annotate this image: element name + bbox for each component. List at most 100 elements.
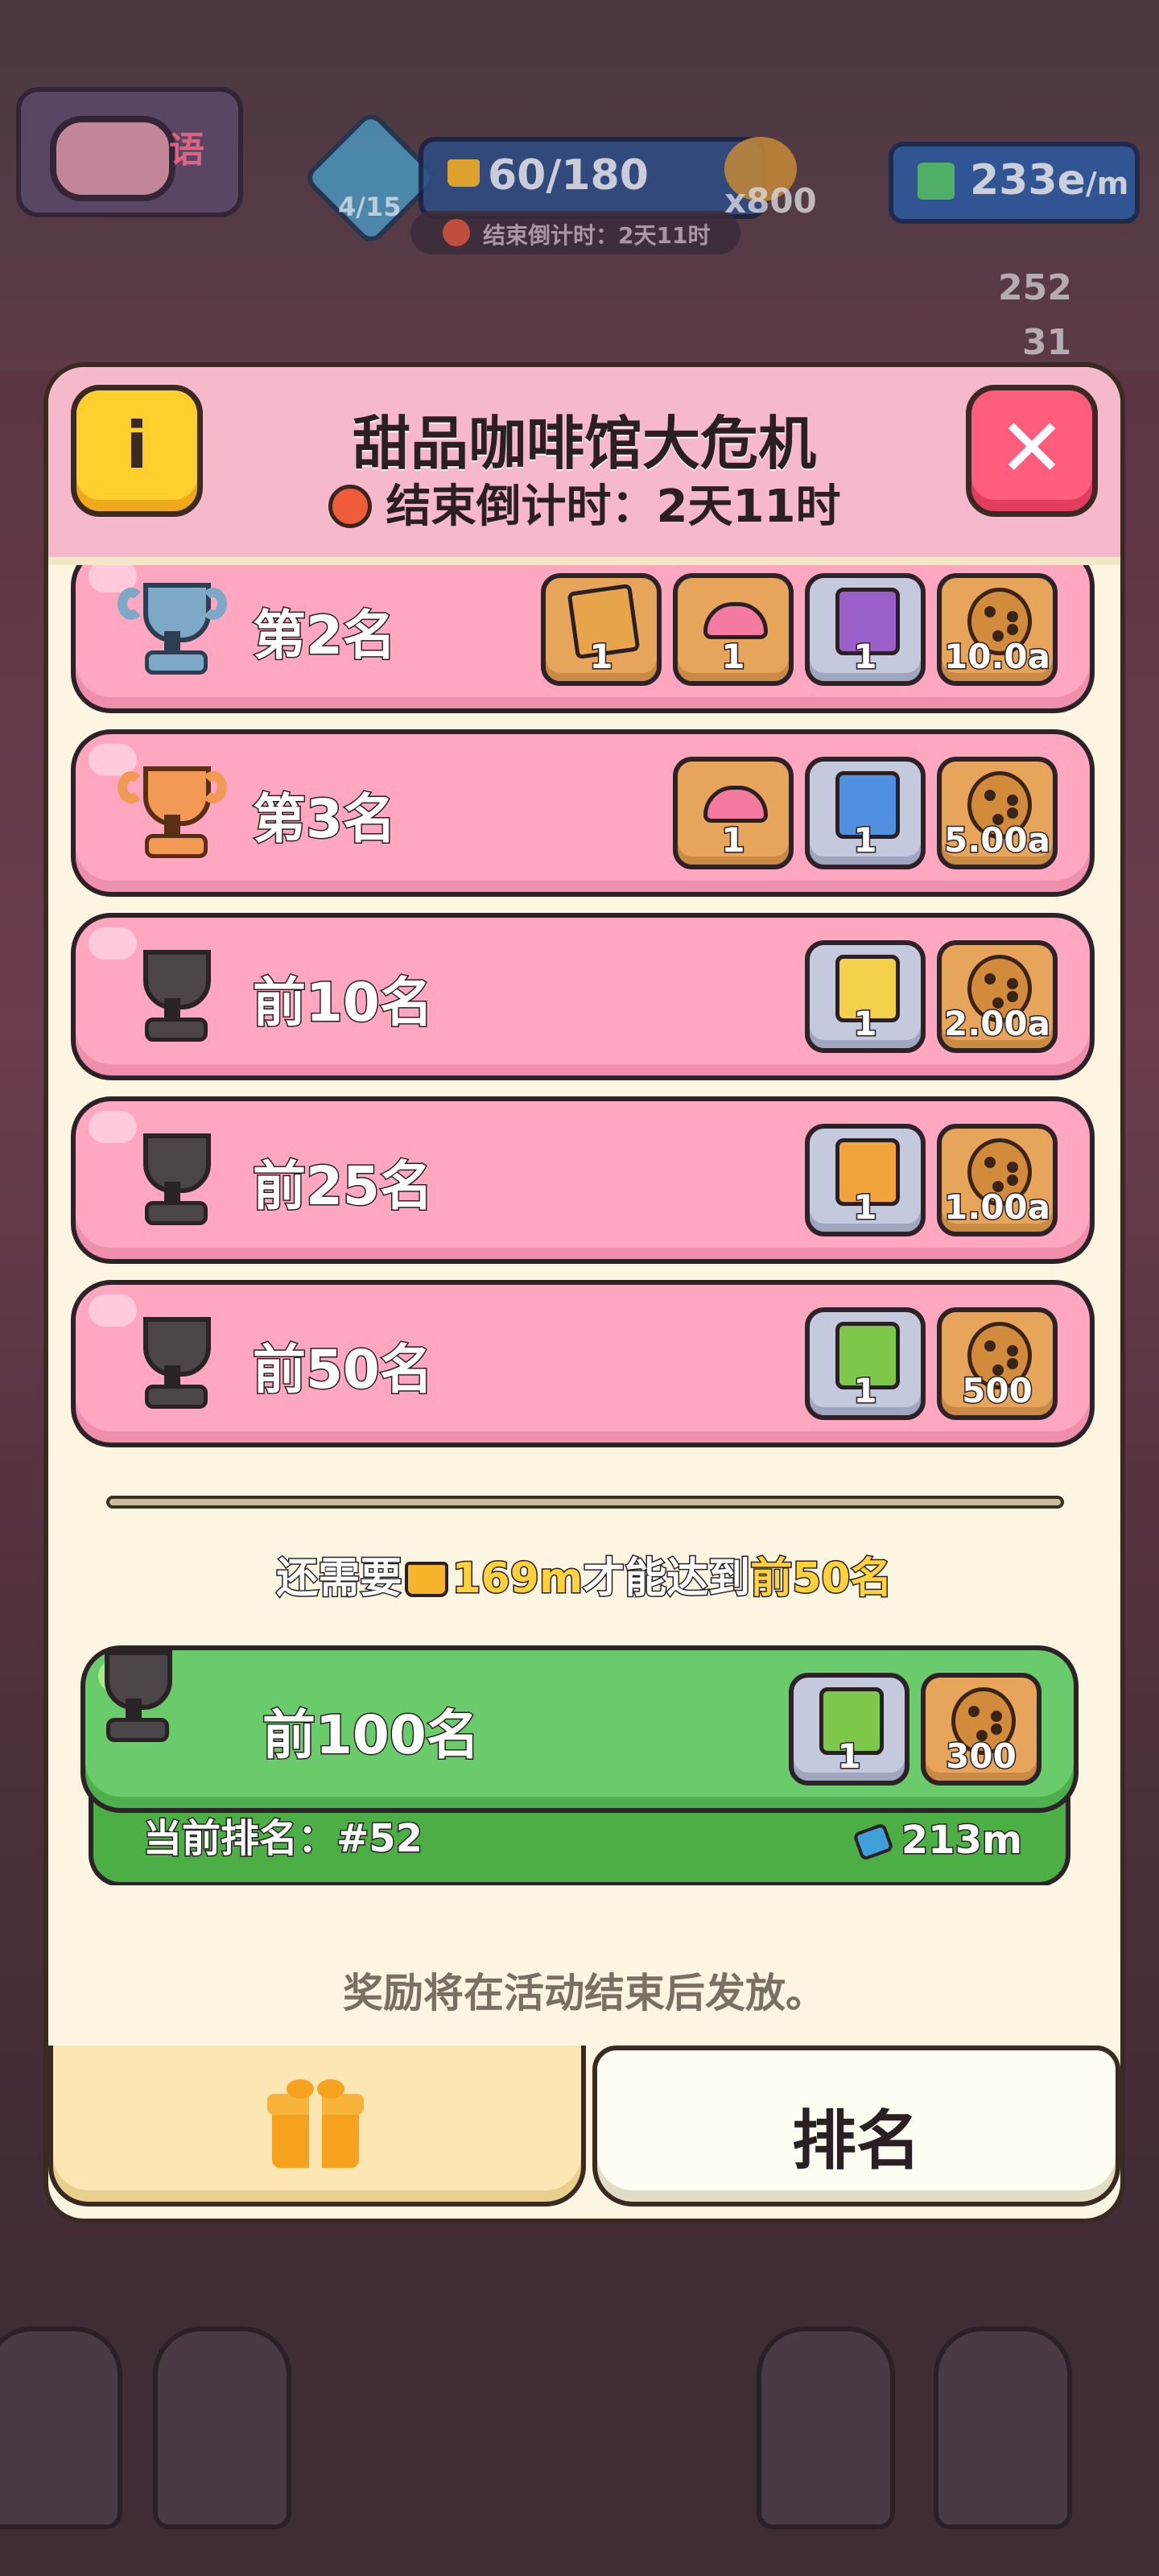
reward-item[interactable]: 1 — [805, 1124, 926, 1236]
tab-rewards[interactable] — [48, 2046, 586, 2207]
tier-label: 前10名 — [252, 971, 435, 1035]
background-seat — [757, 2326, 895, 2529]
tier-rewards: 1 300 — [789, 1673, 1041, 1785]
reward-quantity: 1 — [720, 636, 746, 678]
hat-icon — [703, 602, 768, 639]
hint-target: 前50名 — [749, 1554, 893, 1604]
resource-1-count: 252 — [998, 267, 1072, 308]
language-tag: 语 — [169, 130, 204, 171]
income-rate[interactable]: 233e/m — [889, 142, 1140, 224]
trophy-dark-icon — [124, 1317, 221, 1409]
rate-unit: /m — [1085, 166, 1129, 201]
reward-quantity: 1 — [720, 819, 746, 861]
crown-icon — [448, 159, 480, 187]
tab-ranking[interactable]: 排名 — [592, 2046, 1120, 2207]
tab-ranking-label: 排名 — [792, 2103, 921, 2178]
menu-button[interactable] — [16, 87, 243, 217]
reward-item[interactable]: 1 — [789, 1673, 909, 1785]
resource-2-count: 31 — [1022, 322, 1072, 363]
reward-quantity: 500 — [961, 1370, 1034, 1412]
reward-quantity: 1 — [852, 1187, 878, 1228]
reward-tier-row: 前25名 1 1.00a — [71, 1096, 1095, 1264]
hint-middle: 才能达到 — [582, 1554, 752, 1604]
background-seat — [0, 2326, 122, 2529]
trophy-bronze-icon — [118, 766, 227, 858]
divider — [106, 1496, 1064, 1509]
reward-item[interactable]: 300 — [921, 1673, 1041, 1785]
panel-title: 甜品咖啡馆大危机 — [352, 410, 816, 477]
current-tier-row: 前100名 1 300 — [80, 1645, 1079, 1813]
tier-label: 前100名 — [262, 1703, 481, 1768]
panel-countdown: 结束倒计时：2天11时 — [48, 470, 1120, 535]
reward-quantity: 1 — [836, 1736, 862, 1777]
hint-prefix: 还需要 — [275, 1554, 403, 1604]
hat-icon — [703, 786, 768, 823]
reward-item[interactable]: 1.00a — [937, 1124, 1058, 1236]
trophy-dark-icon — [124, 1133, 221, 1225]
hint-amount: 169m — [451, 1554, 584, 1604]
background-seat — [153, 2326, 291, 2529]
reward-tier-list[interactable]: 第2名 1 1 1 10.0a 第3名 1 1 5.00a 前10名 1 2.00a 前25名 1 1.00… — [48, 565, 1120, 1885]
reward-quantity: 1 — [852, 1370, 878, 1412]
gem-icon — [852, 1822, 894, 1862]
progress-hint: 还需要 169m才能达到前50名 — [48, 1544, 1120, 1604]
tier-label: 第2名 — [252, 604, 398, 668]
tier-rewards: 1 1.00a — [805, 1124, 1058, 1236]
reward-item[interactable]: 5.00a — [937, 757, 1058, 869]
reward-item[interactable]: 1 — [805, 1307, 926, 1420]
tier-label: 前50名 — [252, 1338, 435, 1402]
reward-quantity: 300 — [945, 1736, 1018, 1777]
reward-tier-row: 第2名 1 1 1 10.0a — [71, 565, 1095, 713]
footer-note: 奖励将在活动结束后发放。 — [343, 1970, 826, 2017]
tier-rewards: 1 1 5.00a — [673, 757, 1058, 869]
reward-quantity: 1.00a — [943, 1187, 1052, 1228]
reward-tier-row: 前10名 1 2.00a — [71, 913, 1095, 1080]
reward-item[interactable]: 10.0a — [937, 573, 1058, 686]
crown-progress-text: 60/180 — [488, 151, 649, 200]
event-leaderboard-panel: i 甜品咖啡馆大危机 结束倒计时：2天11时 ✕ 第2名 1 1 1 10.0a 第3名 1… — [43, 362, 1125, 2223]
bottom-tabs: 排名 — [48, 2046, 1120, 2219]
tier-label: 第3名 — [252, 787, 398, 852]
hud-countdown-text: 结束倒计时：2天11时 — [483, 222, 711, 249]
reward-item[interactable]: 1 — [805, 940, 926, 1053]
current-rank-text: 当前排名：#52 — [142, 1815, 423, 1863]
reward-item[interactable]: 500 — [937, 1307, 1058, 1420]
panel-header: i 甜品咖啡馆大危机 结束倒计时：2天11时 ✕ — [48, 367, 1120, 565]
current-tier: 当前排名：#52 213m 前100名 1 300 — [80, 1645, 1079, 1885]
reward-item[interactable]: 1 — [673, 757, 794, 869]
tier-rewards: 1 500 — [805, 1307, 1058, 1420]
crown-icon — [405, 1562, 449, 1597]
panel-countdown-text: 结束倒计时：2天11时 — [386, 481, 841, 533]
tier-label: 前25名 — [252, 1154, 435, 1219]
tier-rewards: 1 1 1 10.0a — [541, 573, 1058, 686]
clock-icon — [443, 219, 470, 246]
reward-item[interactable]: 1 — [805, 573, 926, 686]
crown-progress-bar: 60/180 — [419, 137, 766, 219]
reward-quantity: 5.00a — [943, 819, 1052, 861]
reward-quantity: 1 — [852, 1003, 878, 1045]
clock-icon — [328, 485, 372, 528]
hud-countdown: 结束倒计时：2天11时 — [410, 211, 740, 254]
menu-icon — [50, 116, 175, 201]
trophy-silver-icon — [118, 583, 227, 675]
reward-item[interactable]: 2.00a — [937, 940, 1058, 1053]
rate-value: 233e — [970, 156, 1086, 204]
reward-quantity: 10.0a — [943, 636, 1052, 678]
reward-item[interactable]: 1 — [541, 573, 662, 686]
gift-icon — [267, 2079, 364, 2168]
current-score-value: 213m — [900, 1817, 1023, 1864]
background-seat — [934, 2326, 1072, 2529]
cookie-count: x800 — [724, 181, 817, 221]
reward-quantity: 1 — [588, 636, 614, 678]
reward-quantity: 2.00a — [943, 1003, 1052, 1045]
trophy-dark-icon — [124, 950, 221, 1042]
reward-quantity: 1 — [852, 636, 878, 678]
reward-tier-row: 前50名 1 500 — [71, 1280, 1095, 1447]
current-score: 213m — [852, 1817, 1024, 1864]
reward-quantity: 1 — [852, 819, 878, 861]
reward-item[interactable]: 1 — [673, 573, 794, 686]
reward-item[interactable]: 1 — [805, 757, 926, 869]
trophy-progress: 4/15 — [338, 192, 402, 222]
growth-arrow-icon — [918, 163, 955, 200]
close-button[interactable]: ✕ — [966, 385, 1098, 517]
